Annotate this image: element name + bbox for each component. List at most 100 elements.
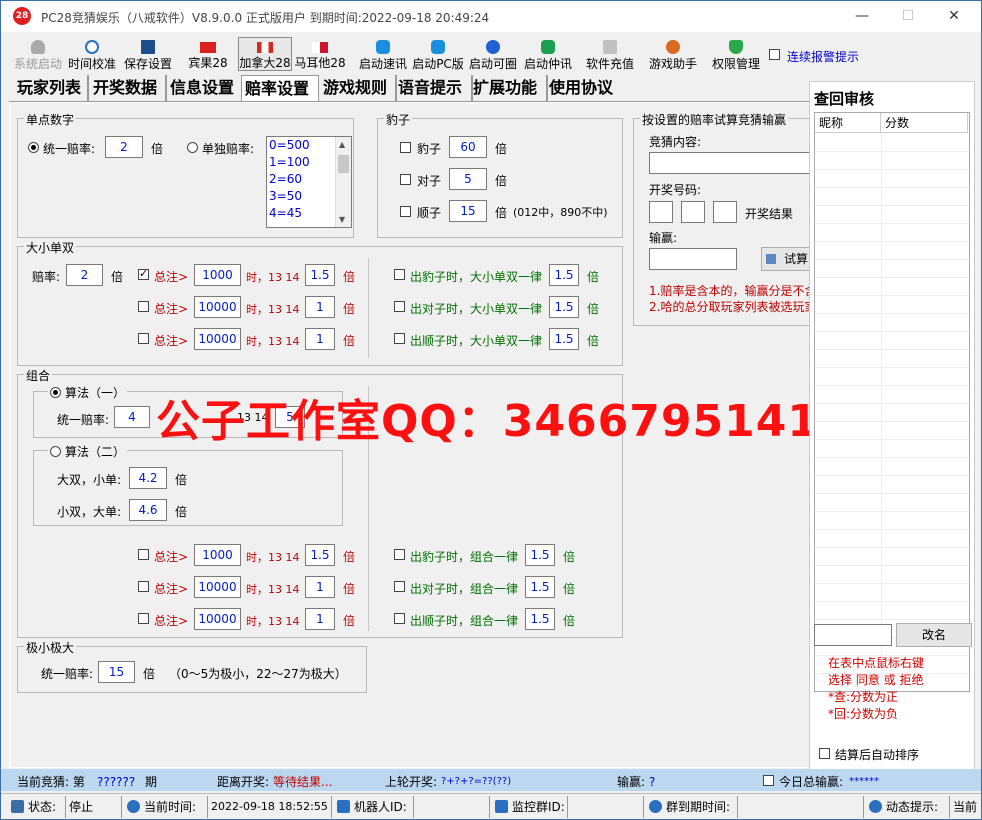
combo-mult-input-1[interactable]: 1.5: [305, 544, 335, 566]
big-small-rule-checkbox-3[interactable]: [138, 333, 149, 344]
column-header-score[interactable]: 分数: [881, 113, 968, 133]
combo-mult-input-2[interactable]: 1: [305, 576, 335, 598]
today-total-checkbox[interactable]: [763, 775, 774, 786]
toolbar-button-canada28[interactable]: 加拿大28: [238, 37, 292, 71]
big-small-mult-input-2[interactable]: 1: [305, 296, 335, 318]
toolbar-button-system-start[interactable]: 系统启动: [11, 37, 65, 71]
calculator-icon: [766, 254, 776, 264]
toolbar-button-start-suxun[interactable]: 启动速讯: [356, 37, 410, 71]
big-small-rule-checkbox-2[interactable]: [138, 301, 149, 312]
big-double-input[interactable]: 4.2: [129, 467, 167, 489]
toolbar-button-recharge[interactable]: 软件充值: [583, 37, 637, 71]
tab-draw-data[interactable]: 开奖数据: [91, 75, 167, 101]
toolbar-button-label: 启动可圈: [468, 57, 517, 71]
win-loss-input[interactable]: [649, 248, 737, 270]
review-table[interactable]: 昵称 分数: [814, 112, 970, 692]
tab-odds-settings[interactable]: 赔率设置: [241, 75, 319, 101]
trial-calc-button[interactable]: 试算: [761, 247, 811, 271]
big-small-straight-checkbox[interactable]: [394, 333, 405, 344]
leopard-checkbox[interactable]: [400, 142, 411, 153]
small-double-input[interactable]: 4.6: [129, 499, 167, 521]
draw-number-input-2[interactable]: [681, 201, 705, 223]
table-row: [815, 403, 969, 404]
tab-voice-prompts[interactable]: 语音提示: [396, 75, 473, 101]
straight-checkbox[interactable]: [400, 206, 411, 217]
combo-total-input-3[interactable]: 10000: [194, 608, 241, 630]
pair-input[interactable]: 5: [449, 168, 487, 190]
minimize-button[interactable]: —: [839, 1, 885, 32]
big-small-leopard-input[interactable]: 1.5: [549, 264, 579, 286]
big-small-pair-input[interactable]: 1.5: [549, 296, 579, 318]
toolbar-button-time-sync[interactable]: 时间校准: [65, 37, 119, 71]
big-small-pair-checkbox[interactable]: [394, 301, 405, 312]
rename-input[interactable]: [814, 624, 892, 646]
scroll-thumb[interactable]: [338, 155, 349, 173]
big-small-mult-input-3[interactable]: 1: [305, 328, 335, 350]
combo-pair-checkbox[interactable]: [394, 581, 405, 592]
list-scrollbar[interactable]: ▲ ▼: [335, 137, 351, 227]
combo-mult-input-3[interactable]: 1: [305, 608, 335, 630]
big-small-leopard-checkbox[interactable]: [394, 269, 405, 280]
toolbar-button-start-pc[interactable]: 启动PC版: [411, 37, 465, 71]
big-small-total-input-3[interactable]: 10000: [194, 328, 241, 350]
tab-extensions[interactable]: 扩展功能: [471, 75, 548, 101]
tab-player-list[interactable]: 玩家列表: [11, 75, 89, 101]
combo-total-input-1[interactable]: 1000: [194, 544, 241, 566]
toolbar-button-label: 加拿大28: [239, 56, 291, 70]
toolbar-button-permissions[interactable]: 权限管理: [709, 37, 763, 71]
tab-info-settings[interactable]: 信息设置: [168, 75, 245, 101]
big-small-total-input-2[interactable]: 10000: [194, 296, 241, 318]
combo-rule-checkbox-1[interactable]: [138, 549, 149, 560]
draw-number-input-1[interactable]: [649, 201, 673, 223]
toolbar-button-start-kequan[interactable]: 启动可圈: [466, 37, 520, 71]
table-row: [815, 547, 969, 548]
individual-odds-list[interactable]: 0=500 1=100 2=60 3=50 4=45 ▲ ▼: [266, 136, 352, 228]
combo-rule-checkbox-3[interactable]: [138, 613, 149, 624]
leopard-input[interactable]: 60: [449, 136, 487, 158]
algorithm-1-rate-input[interactable]: 4: [114, 406, 150, 428]
big-small-rate-input[interactable]: 2: [66, 264, 103, 286]
big-small-time-label-2: 时，13 14: [246, 303, 300, 316]
combo-leopard-input[interactable]: 1.5: [525, 544, 555, 566]
tab-game-rules[interactable]: 游戏规则: [321, 75, 397, 101]
column-header-nickname[interactable]: 昵称: [815, 113, 881, 133]
combo-total-input-2[interactable]: 10000: [194, 576, 241, 598]
big-small-total-input-1[interactable]: 1000: [194, 264, 241, 286]
extreme-rate-input[interactable]: 15: [98, 661, 135, 683]
uniform-odds-radio[interactable]: [28, 142, 39, 153]
toolbar-button-start-zhongxun[interactable]: 启动仲讯: [521, 37, 575, 71]
review-note-2: 选择 同意 或 拒绝: [828, 673, 924, 687]
chevron-up-icon[interactable]: ▲: [339, 140, 345, 149]
combo-leopard-checkbox[interactable]: [394, 549, 405, 560]
combo-pair-input[interactable]: 1.5: [525, 576, 555, 598]
uniform-odds-input[interactable]: 2: [105, 136, 143, 158]
toolbar-button-malta28[interactable]: 马耳他28: [293, 37, 347, 71]
big-small-rule-checkbox-1[interactable]: [138, 267, 149, 280]
algorithm-1-radio[interactable]: [50, 387, 61, 398]
combo-straight-input[interactable]: 1.5: [525, 608, 555, 630]
big-small-straight-input[interactable]: 1.5: [549, 328, 579, 350]
bet-content-input[interactable]: [649, 152, 809, 174]
chevron-down-icon[interactable]: ▼: [339, 215, 345, 224]
toolbar-button-label: 系统启动: [13, 57, 62, 71]
individual-odds-radio[interactable]: [187, 142, 198, 153]
table-row: [815, 187, 969, 188]
tab-usage-agreement[interactable]: 使用协议: [547, 75, 625, 101]
auto-sort-checkbox[interactable]: [819, 748, 830, 759]
close-button[interactable]: ✕: [931, 1, 977, 32]
toolbar-button-save-settings[interactable]: 保存设置: [121, 37, 175, 71]
straight-input[interactable]: 15: [449, 200, 487, 222]
algorithm-2-radio[interactable]: [50, 446, 61, 457]
combo-straight-checkbox[interactable]: [394, 613, 405, 624]
big-double-label: 大双，小单:: [57, 473, 122, 487]
alert-checkbox[interactable]: [769, 49, 780, 60]
combo-rule-checkbox-2[interactable]: [138, 581, 149, 592]
pair-checkbox[interactable]: [400, 174, 411, 185]
draw-number-input-3[interactable]: [713, 201, 737, 223]
combo-mult-unit-1: 倍: [343, 550, 356, 564]
toolbar-button-bingo28[interactable]: 宾果28: [181, 37, 235, 71]
rename-button[interactable]: 改名: [896, 623, 972, 647]
toolbar-button-game-assistant[interactable]: 游戏助手: [646, 37, 700, 71]
big-small-mult-input-1[interactable]: 1.5: [305, 264, 335, 286]
maximize-button[interactable]: ☐: [885, 1, 931, 32]
